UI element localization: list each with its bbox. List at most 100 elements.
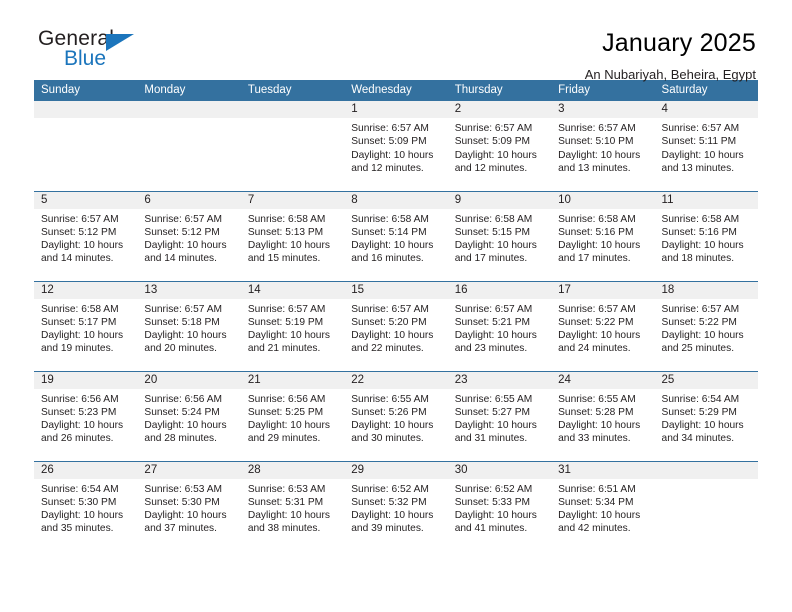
sunrise-text: Sunrise: 6:58 AM (351, 213, 429, 225)
day-details: Sunrise: 6:56 AM Sunset: 5:23 PM Daylight:… (34, 389, 137, 446)
calendar-week-row: 12 Sunrise: 6:58 AM Sunset: 5:17 PM Dayligh… (34, 280, 758, 371)
day-number: 27 (137, 461, 241, 479)
calendar-cell-day[interactable]: 8 Sunrise: 6:58 AM Sunset: 5:14 PM Daylight… (344, 190, 448, 281)
sunset-text: Sunset: 5:22 PM (661, 316, 737, 328)
day-details: Sunrise: 6:54 AM Sunset: 5:30 PM Daylight:… (34, 479, 137, 536)
daylight-text-line1: Daylight: 10 hours (41, 330, 124, 342)
sunset-text: Sunset: 5:26 PM (351, 406, 427, 418)
daylight-text-line1: Daylight: 10 hours (661, 330, 744, 342)
daylight-text-line1: Daylight: 10 hours (454, 420, 537, 432)
daylight-text-line2: and 13 minutes. (661, 162, 735, 174)
day-details: Sunrise: 6:55 AM Sunset: 5:26 PM Daylight:… (344, 389, 447, 446)
day-number: 18 (654, 281, 758, 299)
calendar-cell-day[interactable]: 12 Sunrise: 6:58 AM Sunset: 5:17 PM Dayligh… (34, 280, 138, 371)
sunset-text: Sunset: 5:29 PM (661, 406, 737, 418)
day-number: 12 (34, 281, 138, 299)
sunset-text: Sunset: 5:15 PM (454, 226, 531, 238)
day-details: Sunrise: 6:57 AM Sunset: 5:10 PM Daylight:… (551, 118, 654, 175)
calendar-cell-day[interactable]: 15 Sunrise: 6:57 AM Sunset: 5:20 PM Dayligh… (344, 280, 448, 371)
daylight-text-line1: Daylight: 10 hours (351, 149, 434, 161)
calendar-week-row: 19 Sunrise: 6:56 AM Sunset: 5:23 PM Dayligh… (34, 370, 758, 461)
day-number: 28 (240, 461, 345, 479)
calendar-cell-day[interactable]: 31 Sunrise: 6:51 AM Sunset: 5:34 PM Dayligh… (551, 460, 655, 551)
calendar-cell-day[interactable]: 7 Sunrise: 6:58 AM Sunset: 5:13 PM Daylight… (240, 190, 345, 281)
calendar-cell-day[interactable]: 9 Sunrise: 6:58 AM Sunset: 5:15 PM Daylight… (447, 190, 552, 281)
sunrise-text: Sunrise: 6:58 AM (558, 213, 636, 225)
calendar-cell-day[interactable]: 16 Sunrise: 6:57 AM Sunset: 5:21 PM Dayligh… (447, 280, 552, 371)
daylight-text-line2: and 28 minutes. (144, 433, 217, 445)
daylight-text-line2: and 15 minutes. (247, 253, 321, 265)
calendar-cell-day[interactable]: 2 Sunrise: 6:57 AM Sunset: 5:09 PM Daylight… (447, 101, 552, 191)
daylight-text-line1: Daylight: 10 hours (351, 240, 434, 252)
daylight-text-line2: and 17 minutes. (454, 253, 528, 265)
calendar-cell-day[interactable]: 26 Sunrise: 6:54 AM Sunset: 5:30 PM Dayligh… (34, 460, 138, 551)
calendar-cell-day[interactable]: 13 Sunrise: 6:57 AM Sunset: 5:18 PM Dayligh… (137, 280, 241, 371)
calendar-cell-day[interactable]: 3 Sunrise: 6:57 AM Sunset: 5:10 PM Daylight… (551, 101, 655, 191)
day-number: 8 (344, 191, 448, 209)
daylight-text-line2: and 35 minutes. (41, 523, 114, 535)
calendar-cell-day[interactable]: 19 Sunrise: 6:56 AM Sunset: 5:23 PM Dayligh… (34, 370, 138, 461)
calendar-cell-day[interactable]: 25 Sunrise: 6:54 AM Sunset: 5:29 PM Dayligh… (654, 370, 758, 461)
sunset-text: Sunset: 5:32 PM (351, 496, 427, 508)
sunset-text: Sunset: 5:24 PM (144, 406, 220, 418)
sunset-text: Sunset: 5:16 PM (558, 226, 634, 238)
day-details: Sunrise: 6:53 AM Sunset: 5:31 PM Daylight:… (241, 479, 344, 536)
daylight-text-line1: Daylight: 10 hours (454, 330, 537, 342)
brand-logo[interactable]: General Blue (34, 28, 144, 76)
daylight-text-line1: Daylight: 10 hours (558, 510, 641, 522)
sunset-text: Sunset: 5:14 PM (351, 226, 427, 238)
sunset-text: Sunset: 5:20 PM (351, 316, 427, 328)
day-number: 21 (240, 371, 345, 389)
sunrise-text: Sunrise: 6:57 AM (454, 123, 533, 134)
calendar-cell-day[interactable]: 29 Sunrise: 6:52 AM Sunset: 5:32 PM Dayligh… (344, 460, 448, 551)
sunrise-text: Sunrise: 6:57 AM (661, 123, 740, 134)
calendar-cell-day[interactable]: 18 Sunrise: 6:57 AM Sunset: 5:22 PM Dayligh… (654, 280, 758, 371)
daylight-text-line1: Daylight: 10 hours (247, 510, 330, 522)
sunrise-text: Sunrise: 6:54 AM (41, 483, 119, 495)
sunrise-text: Sunrise: 6:57 AM (144, 213, 223, 225)
sunrise-text: Sunrise: 6:57 AM (41, 213, 119, 225)
calendar-cell-day[interactable]: 22 Sunrise: 6:55 AM Sunset: 5:26 PM Dayligh… (344, 370, 448, 461)
calendar-cell-day[interactable]: 5 Sunrise: 6:57 AM Sunset: 5:12 PM Daylight… (34, 190, 138, 281)
calendar-cell-day[interactable]: 14 Sunrise: 6:57 AM Sunset: 5:19 PM Dayligh… (240, 280, 345, 371)
calendar-cell-empty (137, 101, 241, 191)
daylight-text-line2: and 23 minutes. (454, 343, 528, 355)
day-details: Sunrise: 6:57 AM Sunset: 5:09 PM Daylight:… (448, 118, 551, 175)
calendar-cell-day[interactable]: 11 Sunrise: 6:58 AM Sunset: 5:16 PM Dayligh… (654, 190, 758, 281)
calendar-cell-day[interactable]: 28 Sunrise: 6:53 AM Sunset: 5:31 PM Dayligh… (240, 460, 345, 551)
daylight-text-line1: Daylight: 10 hours (247, 240, 330, 252)
daylight-text-line1: Daylight: 10 hours (661, 420, 744, 432)
calendar-cell-day[interactable]: 24 Sunrise: 6:55 AM Sunset: 5:28 PM Dayligh… (551, 370, 655, 461)
calendar-cell-day[interactable]: 20 Sunrise: 6:56 AM Sunset: 5:24 PM Dayligh… (137, 370, 241, 461)
daylight-text-line2: and 30 minutes. (351, 433, 424, 445)
day-number: 19 (34, 371, 138, 389)
calendar-cell-day[interactable]: 4 Sunrise: 6:57 AM Sunset: 5:11 PM Daylight… (654, 101, 758, 191)
day-details: Sunrise: 6:52 AM Sunset: 5:32 PM Daylight:… (344, 479, 447, 536)
day-details: Sunrise: 6:57 AM Sunset: 5:19 PM Daylight:… (241, 299, 344, 356)
daylight-text-line1: Daylight: 10 hours (247, 330, 330, 342)
calendar-cell-day[interactable]: 1 Sunrise: 6:57 AM Sunset: 5:09 PM Daylight… (344, 101, 448, 191)
day-number (137, 101, 241, 118)
calendar-cell-day[interactable]: 21 Sunrise: 6:56 AM Sunset: 5:25 PM Dayligh… (240, 370, 345, 461)
calendar-cell-day[interactable]: 17 Sunrise: 6:57 AM Sunset: 5:22 PM Dayligh… (551, 280, 655, 371)
calendar-week-row: 26 Sunrise: 6:54 AM Sunset: 5:30 PM Dayligh… (34, 460, 758, 551)
sunset-text: Sunset: 5:09 PM (351, 136, 427, 148)
calendar-cell-day[interactable]: 6 Sunrise: 6:57 AM Sunset: 5:12 PM Daylight… (137, 190, 241, 281)
calendar-cell-day[interactable]: 30 Sunrise: 6:52 AM Sunset: 5:33 PM Dayligh… (447, 460, 552, 551)
sunset-text: Sunset: 5:10 PM (558, 136, 634, 148)
daylight-text-line2: and 38 minutes. (247, 523, 321, 535)
daylight-text-line1: Daylight: 10 hours (144, 330, 227, 342)
calendar-cell-day[interactable]: 27 Sunrise: 6:53 AM Sunset: 5:30 PM Dayligh… (137, 460, 241, 551)
sunrise-text: Sunrise: 6:56 AM (247, 393, 326, 405)
sunrise-text: Sunrise: 6:57 AM (247, 303, 326, 315)
column-header-thursday: Thursday (447, 80, 552, 101)
calendar-page: General Blue January 2025 An Nubariyah, … (0, 0, 792, 612)
day-details: Sunrise: 6:53 AM Sunset: 5:30 PM Daylight:… (137, 479, 240, 536)
sunrise-text: Sunrise: 6:53 AM (144, 483, 223, 495)
day-details: Sunrise: 6:57 AM Sunset: 5:11 PM Daylight:… (655, 118, 758, 175)
sunset-text: Sunset: 5:33 PM (454, 496, 531, 508)
day-details: Sunrise: 6:58 AM Sunset: 5:13 PM Daylight:… (241, 209, 344, 266)
calendar-cell-day[interactable]: 10 Sunrise: 6:58 AM Sunset: 5:16 PM Dayligh… (551, 190, 655, 281)
calendar-cell-day[interactable]: 23 Sunrise: 6:55 AM Sunset: 5:27 PM Dayligh… (447, 370, 552, 461)
sunrise-text: Sunrise: 6:55 AM (454, 393, 533, 405)
